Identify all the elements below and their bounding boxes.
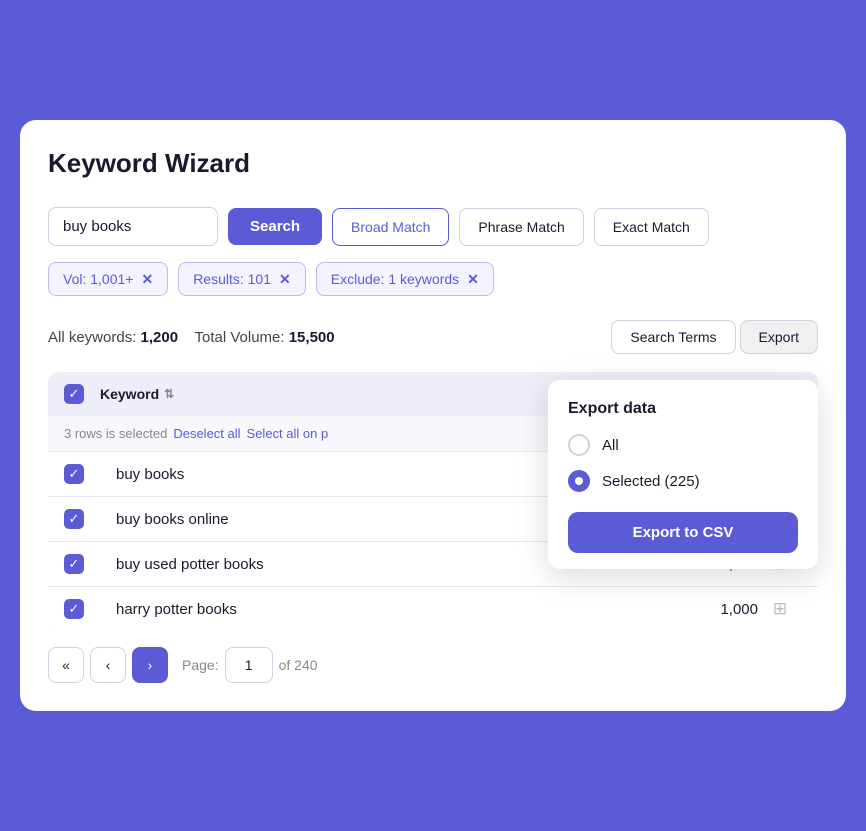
exclude-filter-chip: Exclude: 1 keywords ✕ [316,262,494,296]
vol-filter-close[interactable]: ✕ [141,272,153,286]
table-row: ✓ harry potter books 1,000 ⊞ [48,586,818,631]
vol-filter-label: Vol: 1,001+ [63,271,133,287]
search-row: Search Broad Match Phrase Match Exact Ma… [48,207,818,246]
row4-volume: 1,000 [648,601,758,618]
next-page-button[interactable]: › [132,647,168,683]
sort-icon[interactable]: ⇅ [164,387,174,401]
row2-checkbox-col: ✓ [64,509,100,529]
row4-checkbox-col: ✓ [64,599,100,619]
page-title: Keyword Wizard [48,148,818,179]
export-dropdown-title: Export data [568,400,798,418]
broad-match-button[interactable]: Broad Match [332,208,449,246]
radio-selected-label: Selected (225) [602,473,700,490]
exclude-filter-close[interactable]: ✕ [467,272,479,286]
exact-match-button[interactable]: Exact Match [594,208,709,246]
phrase-match-button[interactable]: Phrase Match [459,208,583,246]
results-filter-label: Results: 101 [193,271,271,287]
export-csv-button[interactable]: Export to CSV [568,512,798,553]
row3-checkbox-col: ✓ [64,554,100,574]
header-checkbox-col: ✓ [64,384,100,404]
page-label: Page: [182,657,219,673]
export-option-all[interactable]: All [568,434,798,456]
row4-keyword: harry potter books [100,601,648,618]
row1-checkbox[interactable]: ✓ [64,464,84,484]
search-button[interactable]: Search [228,208,322,245]
results-filter-close[interactable]: ✕ [279,272,291,286]
page-of: of 240 [279,657,318,673]
keywords-value: 1,200 [141,329,179,346]
pagination: « ‹ › Page: of 240 [48,631,818,687]
row1-checkbox-col: ✓ [64,464,100,484]
search-input[interactable] [48,207,218,246]
export-dropdown: Export data All Selected (225) Export to… [548,380,818,569]
filter-row: Vol: 1,001+ ✕ Results: 101 ✕ Exclude: 1 … [48,262,818,296]
header-checkbox[interactable]: ✓ [64,384,84,404]
prev-page-button[interactable]: ‹ [90,647,126,683]
keyword-header-label: Keyword [100,386,159,402]
row4-icon[interactable]: ⊞ [758,599,802,619]
results-filter-chip: Results: 101 ✕ [178,262,306,296]
export-option-selected[interactable]: Selected (225) [568,470,798,492]
radio-selected[interactable] [568,470,590,492]
main-card: Keyword Wizard Search Broad Match Phrase… [20,120,846,711]
stats-text: All keywords: 1,200 Total Volume: 15,500 [48,329,611,346]
export-button[interactable]: Export [740,320,818,354]
exclude-filter-label: Exclude: 1 keywords [331,271,459,287]
action-buttons: Search Terms Export Export data All Sele… [611,320,818,354]
radio-all[interactable] [568,434,590,456]
volume-label: Total Volume: [194,329,284,346]
selection-count: 3 rows is selected [64,426,167,441]
deselect-all-link[interactable]: Deselect all [173,426,240,441]
vol-filter-chip: Vol: 1,001+ ✕ [48,262,168,296]
page-input[interactable] [225,647,273,683]
row4-checkbox[interactable]: ✓ [64,599,84,619]
radio-all-label: All [602,437,619,454]
select-all-link[interactable]: Select all on p [247,426,329,441]
stats-actions-row: All keywords: 1,200 Total Volume: 15,500… [48,320,818,354]
row4-grid-icon: ⊞ [773,599,787,618]
row3-checkbox[interactable]: ✓ [64,554,84,574]
row2-checkbox[interactable]: ✓ [64,509,84,529]
volume-value: 15,500 [289,329,335,346]
keywords-label: All keywords: [48,329,136,346]
first-page-button[interactable]: « [48,647,84,683]
search-terms-button[interactable]: Search Terms [611,320,735,354]
